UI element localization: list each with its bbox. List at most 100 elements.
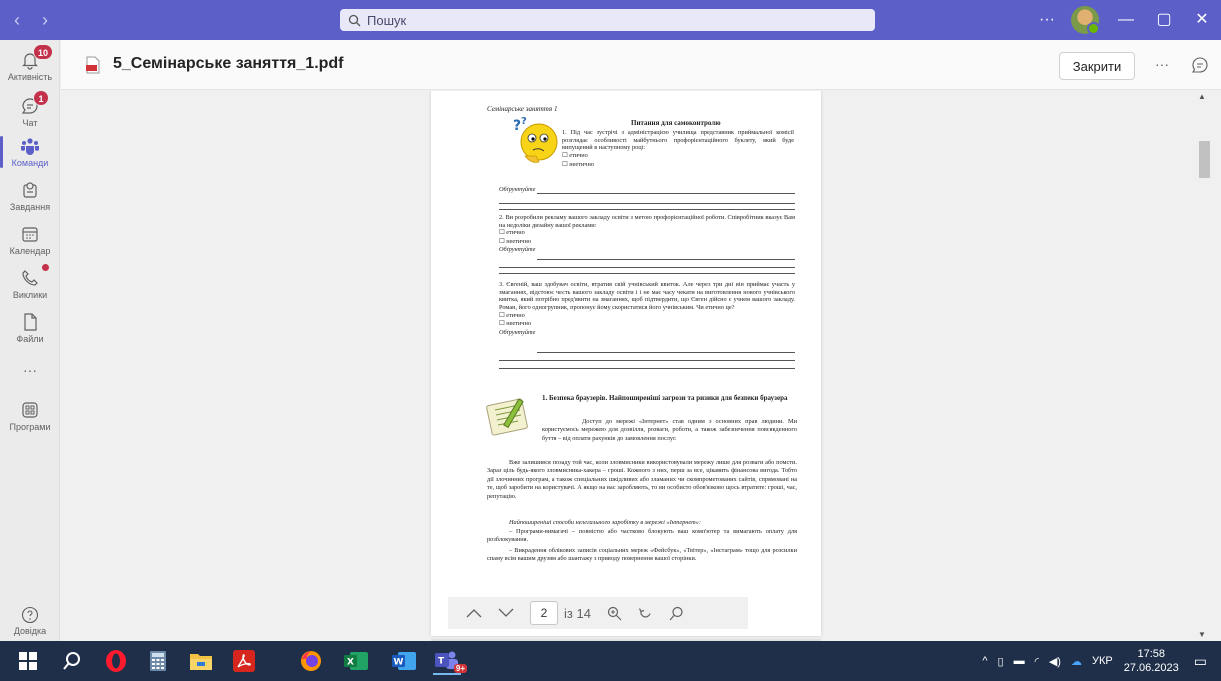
search-placeholder: Пошук (367, 12, 407, 28)
question-2-text: 2. Ви розробили рекламу вашого закладу о… (499, 214, 795, 229)
file-explorer-icon[interactable] (187, 647, 215, 675)
rail-item-activity[interactable]: 10 Активність (0, 44, 60, 82)
page-indicator: 2 із 14 (530, 601, 591, 625)
svg-text:?: ? (521, 116, 527, 127)
search-icon (669, 606, 683, 620)
q1-justify-label: Обґрунтуйте (499, 186, 536, 193)
teams-taskbar-icon[interactable]: T 9+ (433, 647, 467, 675)
rail-item-chat[interactable]: 1 Чат (0, 90, 60, 128)
answer-line (499, 209, 795, 210)
notifications-icon[interactable]: ▭ (1194, 653, 1207, 670)
chat-badge: 1 (33, 90, 49, 106)
file-header: 5_Семінарське заняття_1.pdf Закрити ··· (61, 40, 1221, 90)
tray-usb-icon[interactable]: ▯ (998, 655, 1004, 668)
q1-option-unethical: ☐ неетично (562, 160, 594, 168)
wifi-icon[interactable]: ◜ (1035, 655, 1039, 668)
language-indicator[interactable]: УКР (1092, 655, 1113, 667)
page-number-input[interactable]: 2 (530, 601, 558, 625)
page-count: із 14 (564, 605, 591, 621)
rail-item-help[interactable]: Довідка (0, 606, 60, 636)
system-tray: ^ ▯ ▬ ◜ ◀) ☁ УКР 17:58 27.06.2023 ▭ (977, 641, 1221, 681)
rail-label-teams: Команди (11, 158, 49, 168)
answer-line (499, 273, 795, 274)
pdf-viewer[interactable]: Семінарське заняття 1 Питання для самоко… (61, 91, 1196, 641)
close-file-button[interactable]: Закрити (1059, 52, 1135, 80)
windows-taskbar: X W T 9+ ^ ▯ ▬ ◜ ◀) ☁ УКР 17:58 27.06.20… (0, 641, 1221, 681)
rail-item-calendar[interactable]: Календар (0, 224, 60, 256)
rail-item-assignments[interactable]: Завдання (0, 180, 60, 212)
zoom-in-button[interactable] (607, 606, 622, 621)
paragraph-1: Доступ до мережі «Інтернет» став одним з… (542, 418, 797, 442)
tray-chevron-up-icon[interactable]: ^ (982, 655, 987, 667)
section-1-title: 1. Безпека браузерів. Найпоширеніші загр… (542, 394, 788, 402)
conversation-icon[interactable] (1191, 56, 1209, 74)
rail-label-files: Файли (16, 334, 44, 344)
self-control-title: Питання для самоконтролю (631, 119, 721, 127)
previous-page-button[interactable] (466, 608, 482, 618)
assignments-icon (20, 180, 40, 200)
scroll-up-icon[interactable]: ▲ (1198, 92, 1206, 101)
q2-option-unethical: ☐ неетично (499, 237, 531, 245)
user-avatar[interactable] (1071, 6, 1100, 35)
back-arrow-icon[interactable]: ‹ (8, 8, 26, 32)
volume-icon[interactable]: ◀) (1049, 655, 1061, 668)
firefox-icon[interactable] (297, 647, 325, 675)
settings-more-button[interactable]: ··· (1031, 11, 1063, 29)
acrobat-icon[interactable] (230, 647, 258, 675)
rail-item-files[interactable]: Файли (0, 312, 60, 344)
minimize-button[interactable]: — (1107, 0, 1145, 40)
rail-item-calls[interactable]: Виклики (0, 264, 60, 300)
windows-start-icon[interactable] (14, 647, 42, 675)
svg-text:X: X (347, 658, 354, 668)
rail-item-apps[interactable]: Програми (0, 400, 60, 432)
find-button[interactable] (669, 606, 684, 621)
title-bar: ‹ › Пошук ··· — ▢ ✕ (0, 0, 1221, 40)
onedrive-icon[interactable]: ☁ (1071, 655, 1082, 668)
apps-icon (20, 400, 40, 420)
rail-label-calendar: Календар (9, 246, 51, 256)
excel-icon[interactable]: X (342, 647, 370, 675)
svg-text:?: ? (513, 118, 521, 134)
maximize-button[interactable]: ▢ (1145, 0, 1183, 40)
opera-icon[interactable] (102, 647, 130, 675)
search-input[interactable]: Пошук (340, 9, 875, 31)
window-controls: ··· — ▢ ✕ (1031, 0, 1221, 40)
scroll-down-icon[interactable]: ▼ (1198, 630, 1206, 639)
rail-more-button[interactable]: ··· (0, 362, 60, 378)
header-more-button[interactable]: ··· (1155, 56, 1169, 72)
q1-option-ethical: ☐ етично (562, 152, 588, 160)
search-icon (348, 14, 361, 26)
taskbar-search-icon[interactable] (58, 647, 86, 675)
thinking-smiley-icon: ? ? (513, 116, 558, 163)
svg-text:W: W (394, 658, 404, 668)
answer-line (537, 259, 795, 260)
clock[interactable]: 17:58 27.06.2023 (1124, 647, 1179, 675)
rotate-icon (638, 607, 651, 617)
close-window-button[interactable]: ✕ (1183, 0, 1221, 40)
question-2: 2. Ви розробили рекламу вашого закладу о… (499, 214, 795, 254)
q3-justify-label: Обґрунтуйте (499, 328, 536, 336)
rotate-button[interactable] (638, 606, 653, 621)
q3-option-unethical: ☐ неетично (499, 320, 531, 328)
question-3-text: 3. Євгеній, ваш здобувач освіти, втратив… (499, 281, 795, 312)
chat-icon: 1 (20, 90, 49, 116)
forward-arrow-icon[interactable]: › (36, 8, 54, 32)
scrollbar-thumb[interactable] (1199, 141, 1210, 178)
calculator-icon[interactable] (144, 647, 172, 675)
question-1: 1. Під час зустрічі з адміністрацією учи… (562, 129, 794, 169)
answer-line (499, 203, 795, 204)
next-page-button[interactable] (498, 608, 514, 618)
clock-date: 27.06.2023 (1123, 662, 1179, 674)
q2-justify-label: Обґрунтуйте (499, 246, 536, 254)
question-1-text: 1. Під час зустрічі з адміністрацією учи… (562, 129, 794, 152)
word-icon[interactable]: W (390, 647, 418, 675)
chevron-up-icon (466, 609, 482, 618)
q2-option-ethical: ☐ етично (499, 229, 525, 237)
teams-taskbar-badge: 9+ (453, 664, 467, 673)
rail-label-chat: Чат (22, 118, 38, 128)
answer-line (537, 193, 795, 194)
rail-label-apps: Програми (9, 422, 51, 432)
battery-icon[interactable]: ▬ (1014, 655, 1025, 667)
rail-item-teams[interactable]: Команди (0, 136, 60, 168)
answer-line (499, 360, 795, 361)
